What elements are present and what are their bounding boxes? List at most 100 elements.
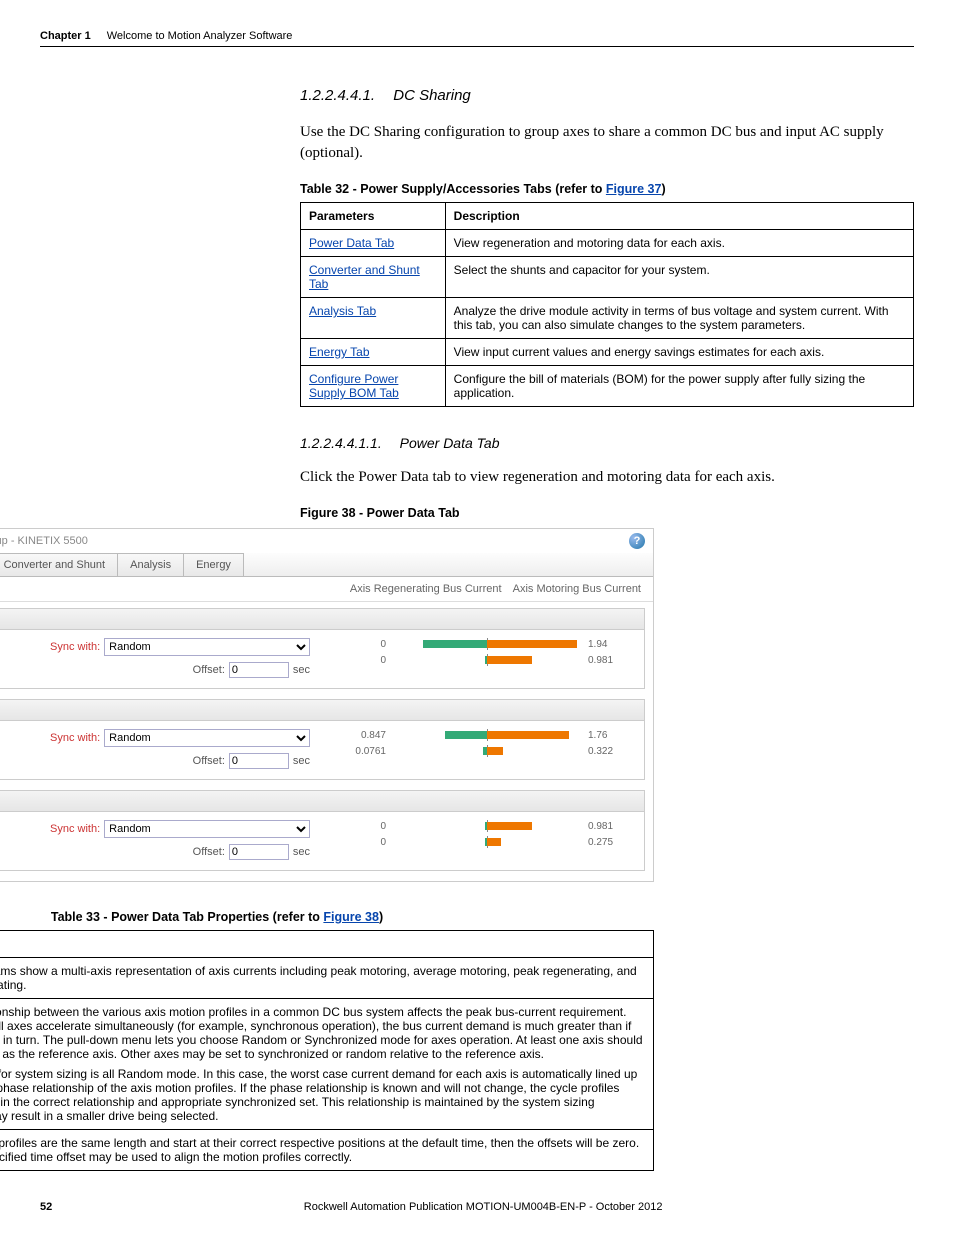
figure38-caption: Figure 38 - Power Data Tab	[300, 506, 914, 520]
axis-block: Axis 2: Robot verticalMotor:VPL-A0753C-x…	[0, 699, 645, 780]
bar-row: 01.94	[330, 638, 634, 650]
axis-head: Axis 2: Robot vertical	[0, 700, 644, 721]
subsection-body: Click the Power Data tab to view regener…	[300, 467, 914, 488]
app-title-sub: Drives Group - KINETIX 5500	[0, 535, 88, 547]
sync-label: Sync with:	[50, 823, 100, 835]
motor-bar	[487, 838, 501, 846]
table-row: Offset If all axis motion profiles are t…	[0, 1130, 654, 1171]
regen-value: 0.0761	[330, 746, 390, 757]
chapter-label: Chapter 1	[40, 30, 91, 42]
param-desc: Select the shunts and capacitor for your…	[445, 257, 913, 298]
param-desc: View regeneration and motoring data for …	[445, 230, 913, 257]
help-icon[interactable]: ?	[629, 533, 645, 549]
param-link[interactable]: Energy Tab	[309, 345, 370, 359]
param-desc: View input current values and energy sav…	[445, 339, 913, 366]
motor-bar	[487, 731, 569, 739]
table33: Parameters Description Axis histograms T…	[0, 930, 654, 1171]
axis-block: Axis 1: High geared rotaryMotor:VPL-A100…	[0, 608, 645, 689]
offset-unit: sec	[293, 846, 310, 858]
section-heading: 1.2.2.4.4.1. DC Sharing	[300, 87, 914, 104]
page-footer: 52 Rockwell Automation Publication MOTIO…	[40, 1201, 914, 1213]
tab-energy[interactable]: Energy	[183, 553, 244, 576]
motor-value: 1.94	[584, 639, 634, 650]
param-link[interactable]: Analysis Tab	[309, 304, 376, 318]
legend-row: Axis Regenerating Bus Current Axis Motor…	[0, 577, 653, 602]
section-number: 1.2.2.4.4.1.	[300, 87, 375, 104]
regen-value: 0.847	[330, 730, 390, 741]
motor-value: 1.76	[584, 730, 634, 741]
t33-desc-0: The axis histograms show a multi-axis re…	[0, 958, 654, 999]
regen-bar	[445, 731, 487, 739]
t33-desc-1: The phase relationship between the vario…	[0, 999, 654, 1130]
motor-bar	[487, 640, 577, 648]
bar-row: 0 0.275	[330, 836, 634, 848]
table-row: Configure Power Supply BOM Tab Configure …	[301, 366, 914, 407]
bar-row: 0.847 1.76	[330, 729, 634, 741]
param-link[interactable]: Converter and Shunt Tab	[309, 263, 420, 291]
axis-head: Axis 1: High geared rotary	[0, 609, 644, 630]
section-title: DC Sharing	[393, 87, 471, 104]
offset-input[interactable]	[229, 753, 289, 769]
subsection-heading: 1.2.2.4.4.1.1. Power Data Tab	[300, 435, 914, 451]
motor-value: 0.981	[584, 655, 634, 666]
subsection-title: Power Data Tab	[400, 435, 500, 451]
bar-row: 0 0.981	[330, 820, 634, 832]
t33-desc-2: If all axis motion profiles are the same…	[0, 1130, 654, 1171]
table32-head-desc: Description	[445, 203, 913, 230]
offset-unit: sec	[293, 664, 310, 676]
table32-caption: Table 32 - Power Supply/Accessories Tabs…	[300, 182, 914, 196]
bar-row: 0 0.981	[330, 654, 634, 666]
table-row: Energy Tab View input current values and …	[301, 339, 914, 366]
table33-caption: Table 33 - Power Data Tab Properties (re…	[0, 910, 654, 924]
motor-bar	[487, 656, 532, 664]
sync-label: Sync with:	[50, 641, 100, 653]
table33-head-desc: Description	[0, 931, 654, 958]
offset-input[interactable]	[229, 844, 289, 860]
sync-select[interactable]: Random	[104, 638, 310, 656]
app-screenshot: Power Supply / Accessories: Drives Group…	[0, 528, 654, 882]
motor-bar	[487, 747, 503, 755]
subsection-number: 1.2.2.4.4.1.1.	[300, 435, 382, 451]
regen-value: 0	[330, 655, 390, 666]
axis-block: Axis 3: EDM fastMotor:VPL-A1001M-xxxxDri…	[0, 790, 645, 871]
param-link[interactable]: Configure Power Supply BOM Tab	[309, 372, 399, 400]
table32-head-param: Parameters	[301, 203, 446, 230]
tab-analysis[interactable]: Analysis	[117, 553, 184, 576]
publication-info: Rockwell Automation Publication MOTION-U…	[52, 1201, 914, 1213]
table32: Parameters Description Power Data Tab Vie…	[300, 202, 914, 407]
param-desc: Configure the bill of materials (BOM) fo…	[445, 366, 913, 407]
table-row: Analysis Tab Analyze the drive module act…	[301, 298, 914, 339]
regen-value: 0	[330, 639, 390, 650]
regen-bar	[423, 640, 487, 648]
motor-value: 0.275	[584, 837, 634, 848]
legend-motor: Axis Motoring Bus Current	[513, 583, 641, 595]
sync-select[interactable]: Random	[104, 820, 310, 838]
chapter-title: Welcome to Motion Analyzer Software	[107, 30, 293, 42]
tab-converter-and-shunt[interactable]: Converter and Shunt	[0, 553, 118, 576]
offset-label: Offset:	[193, 846, 225, 858]
page-header: Chapter 1 Welcome to Motion Analyzer Sof…	[40, 30, 914, 47]
page-number: 52	[40, 1201, 52, 1213]
table-row: Power Data Tab View regeneration and moto…	[301, 230, 914, 257]
section-intro: Use the DC Sharing configuration to grou…	[300, 122, 914, 164]
table-row: Converter and Shunt Tab Select the shunts…	[301, 257, 914, 298]
axis-head: Axis 3: EDM fast	[0, 791, 644, 812]
motor-value: 0.981	[584, 821, 634, 832]
offset-label: Offset:	[193, 755, 225, 767]
app-tabs: Power ConfigurationPower DataConverter a…	[0, 553, 653, 577]
figure37-link[interactable]: Figure 37	[606, 182, 662, 196]
param-link[interactable]: Power Data Tab	[309, 236, 394, 250]
regen-value: 0	[330, 821, 390, 832]
regen-value: 0	[330, 837, 390, 848]
table-row: Random/Sync relationship The phase relat…	[0, 999, 654, 1130]
param-desc: Analyze the drive module activity in ter…	[445, 298, 913, 339]
table-row: Axis histograms The axis histograms show…	[0, 958, 654, 999]
offset-unit: sec	[293, 755, 310, 767]
motor-bar	[487, 822, 532, 830]
figure38-link[interactable]: Figure 38	[323, 910, 379, 924]
sync-label: Sync with:	[50, 732, 100, 744]
sync-select[interactable]: Random	[104, 729, 310, 747]
bar-row: 0.07610.322	[330, 745, 634, 757]
legend-regen: Axis Regenerating Bus Current	[350, 583, 502, 595]
offset-input[interactable]	[229, 662, 289, 678]
